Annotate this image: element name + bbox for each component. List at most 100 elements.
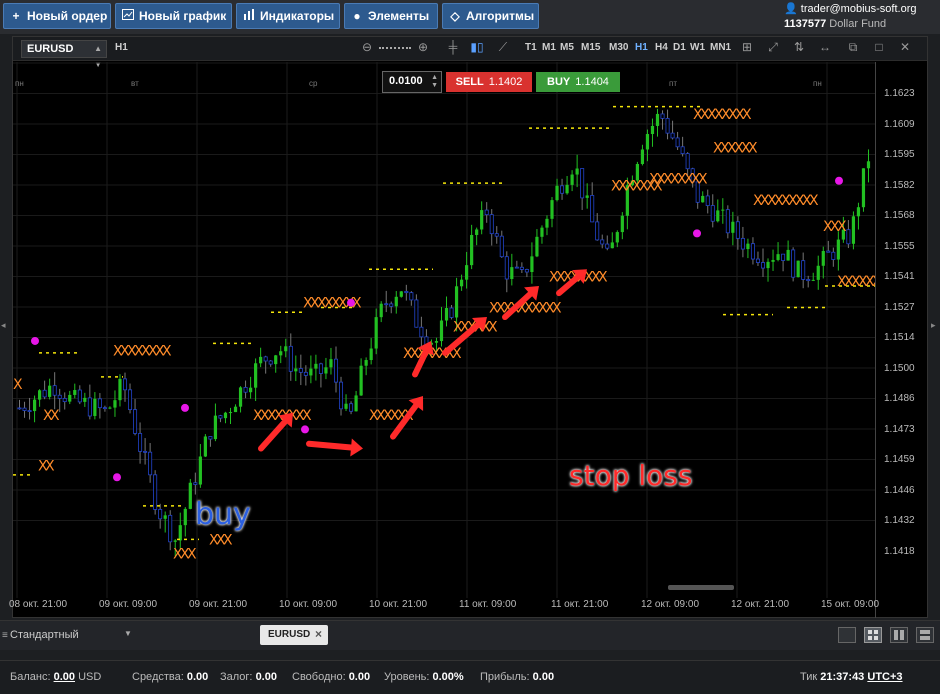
layout-rows-icon[interactable]: [916, 627, 934, 643]
account-number: 1137577: [784, 18, 827, 30]
layout-select[interactable]: Стандартный: [10, 629, 79, 641]
timeframe-m1[interactable]: M1: [542, 42, 556, 53]
trade-controls: 0.0100 ▲ ▼ SELL 1.1402 BUY 1.1404: [382, 71, 620, 93]
candle-body: [42, 389, 47, 398]
balance-currency: USD: [78, 671, 102, 683]
status-bar: Баланс: 0.00 USD Средства: 0.00 Залог: 0…: [0, 660, 940, 694]
layout-grid-icon[interactable]: [864, 627, 882, 643]
layout-columns-icon[interactable]: [890, 627, 908, 643]
candle-body: [349, 403, 354, 412]
candle-body: [866, 161, 871, 169]
timeframe-m5[interactable]: M5: [560, 42, 574, 53]
candle-body: [404, 290, 409, 294]
zoom-out-icon[interactable]: ⊖: [359, 40, 375, 54]
candle-body: [87, 397, 92, 417]
indicators-button[interactable]: Индикаторы: [236, 3, 340, 29]
lot-size-input[interactable]: 0.0100 ▲ ▼: [382, 71, 442, 93]
candle-body: [826, 250, 831, 253]
candle-body: [314, 363, 318, 369]
timeframe-m30[interactable]: M30: [609, 42, 628, 53]
candle-body: [62, 398, 67, 403]
candle-body: [565, 184, 569, 194]
timeframe-d1[interactable]: D1: [673, 42, 686, 53]
layout-single-icon[interactable]: [838, 627, 856, 643]
chevron-down-icon[interactable]: ▼: [124, 629, 132, 638]
candle-body: [52, 385, 57, 396]
elements-label: Элементы: [368, 9, 430, 23]
maximize-icon[interactable]: □: [871, 40, 887, 54]
candle-body: [57, 394, 62, 399]
timeframe-w1[interactable]: W1: [690, 42, 705, 53]
candle-body: [760, 262, 765, 269]
candle-body: [153, 474, 158, 510]
candle-body: [118, 378, 122, 401]
price-plot[interactable]: XXXXXXXXXXXXXXXXXXXXXX XXXXXXXXX XXXXXXXX X…: [13, 62, 875, 618]
algorithms-button[interactable]: ◇ Алгоритмы: [442, 3, 539, 29]
candle-body: [178, 525, 182, 541]
candle-body: [585, 195, 589, 198]
zoom-slider[interactable]: [379, 47, 411, 51]
candle-body: [680, 146, 685, 155]
timeframe-h4[interactable]: H4: [655, 42, 668, 53]
right-panel-handle[interactable]: ▸: [931, 320, 939, 336]
symbol-select[interactable]: EURUSD ▲ ▼: [21, 40, 107, 69]
timeframe-h1[interactable]: H1: [635, 42, 648, 53]
free-status: Свободно: 0.00: [292, 671, 370, 683]
bar-chart-icon[interactable]: ╪: [445, 40, 461, 54]
new-order-button[interactable]: + Новый ордер: [3, 3, 111, 29]
level-status: Уровень: 0.00%: [384, 671, 464, 683]
timezone[interactable]: UTC+3: [867, 671, 902, 683]
candle-body: [93, 398, 97, 416]
candle-body: [259, 356, 263, 364]
spinner-icon[interactable]: ▲ ▼: [431, 74, 438, 90]
close-icon[interactable]: ×: [315, 627, 322, 641]
candlestick-icon[interactable]: ▮▯: [469, 40, 485, 54]
chart-scrollbar[interactable]: [668, 585, 734, 590]
candle-body: [716, 210, 720, 222]
menu-icon[interactable]: ≡: [2, 630, 8, 641]
time-tick-label: 12 окт. 09:00: [641, 599, 700, 610]
signal-dot: [693, 229, 701, 238]
candle-body: [655, 113, 660, 126]
candle-body: [781, 253, 786, 261]
expand-icon[interactable]: ⤢: [765, 40, 781, 55]
account-info[interactable]: 👤 trader@mobius-soft.org 1137577 Dollar …: [784, 2, 932, 32]
left-panel-handle[interactable]: ◂: [1, 320, 9, 336]
candle-body: [389, 303, 394, 307]
stop-marker: X: [302, 408, 312, 424]
close-icon[interactable]: ✕: [897, 40, 913, 54]
candle-body: [303, 371, 308, 376]
crosshair-icon[interactable]: ⊞: [739, 40, 755, 54]
candle-body: [298, 368, 303, 373]
candle-body: [27, 410, 32, 412]
workspace-tabbar: ≡ Стандартный ▼ EURUSD ×: [0, 620, 940, 650]
candle-body: [494, 233, 499, 237]
signal-dot: [347, 298, 355, 307]
price-axis[interactable]: 1.1623 1.1609 1.1595 1.1582 1.1568 1.1555 1.15…: [875, 62, 927, 618]
price-tick-label: 1.1446: [884, 484, 915, 496]
fit-icon[interactable]: ↔: [817, 40, 833, 54]
new-chart-button[interactable]: Новый график: [115, 3, 232, 29]
timeframe-mn1[interactable]: MN1: [710, 42, 731, 53]
popout-icon[interactable]: ⧉: [845, 40, 861, 55]
candle-body: [193, 482, 198, 485]
candle-body: [218, 415, 223, 419]
candle-body: [454, 286, 459, 318]
timeframe-t1[interactable]: T1: [525, 42, 537, 53]
candle-body: [721, 209, 725, 211]
move-icon[interactable]: ⇅: [791, 40, 807, 54]
timeframe-m15[interactable]: M15: [581, 42, 600, 53]
chart-tab[interactable]: EURUSD ×: [260, 625, 328, 645]
stop-marker: X: [837, 219, 847, 235]
sell-button[interactable]: SELL 1.1402: [446, 72, 532, 92]
elements-button[interactable]: ● Элементы: [344, 3, 438, 29]
buy-button[interactable]: BUY 1.1404: [536, 72, 620, 92]
candle-body: [570, 174, 574, 185]
candle-body: [755, 258, 760, 263]
line-chart-icon[interactable]: ⟋: [495, 40, 511, 55]
candle-body: [590, 195, 595, 223]
zoom-in-icon[interactable]: ⊕: [415, 40, 431, 54]
new-order-label: Новый ордер: [27, 9, 108, 23]
stop-marker: X: [809, 193, 819, 209]
candle-body: [771, 259, 775, 262]
